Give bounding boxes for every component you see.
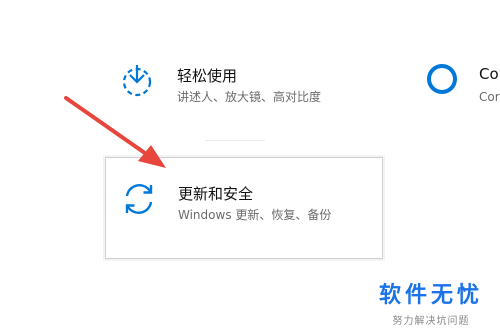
watermark-logo: 软件无忧: [378, 283, 483, 308]
ease-of-access-subtitle: 讲述人、放大镜、高对比度: [177, 90, 322, 104]
sync-icon: [120, 180, 158, 218]
update-and-security-subtitle: Windows 更新、恢复、备份: [178, 208, 332, 222]
cortana-icon: [425, 62, 459, 96]
cortana-tile[interactable]: Cortana Cortana 语言、权限、通知: [415, 50, 500, 115]
watermark: 软件无忧 努力解决坑问题: [376, 277, 486, 327]
cortana-subtitle: Cortana 语言、权限、通知: [479, 90, 500, 104]
update-and-security-tile[interactable]: 更新和安全 Windows 更新、恢复、备份: [105, 157, 383, 259]
update-and-security-title: 更新和安全: [178, 185, 254, 203]
watermark-slogan: 努力解决坑问题: [392, 316, 470, 327]
tile-divider: [205, 140, 265, 141]
ease-of-access-title: 轻松使用: [177, 67, 238, 85]
cortana-title: Cortana: [479, 65, 500, 83]
red-pointer-arrow: [60, 92, 172, 172]
